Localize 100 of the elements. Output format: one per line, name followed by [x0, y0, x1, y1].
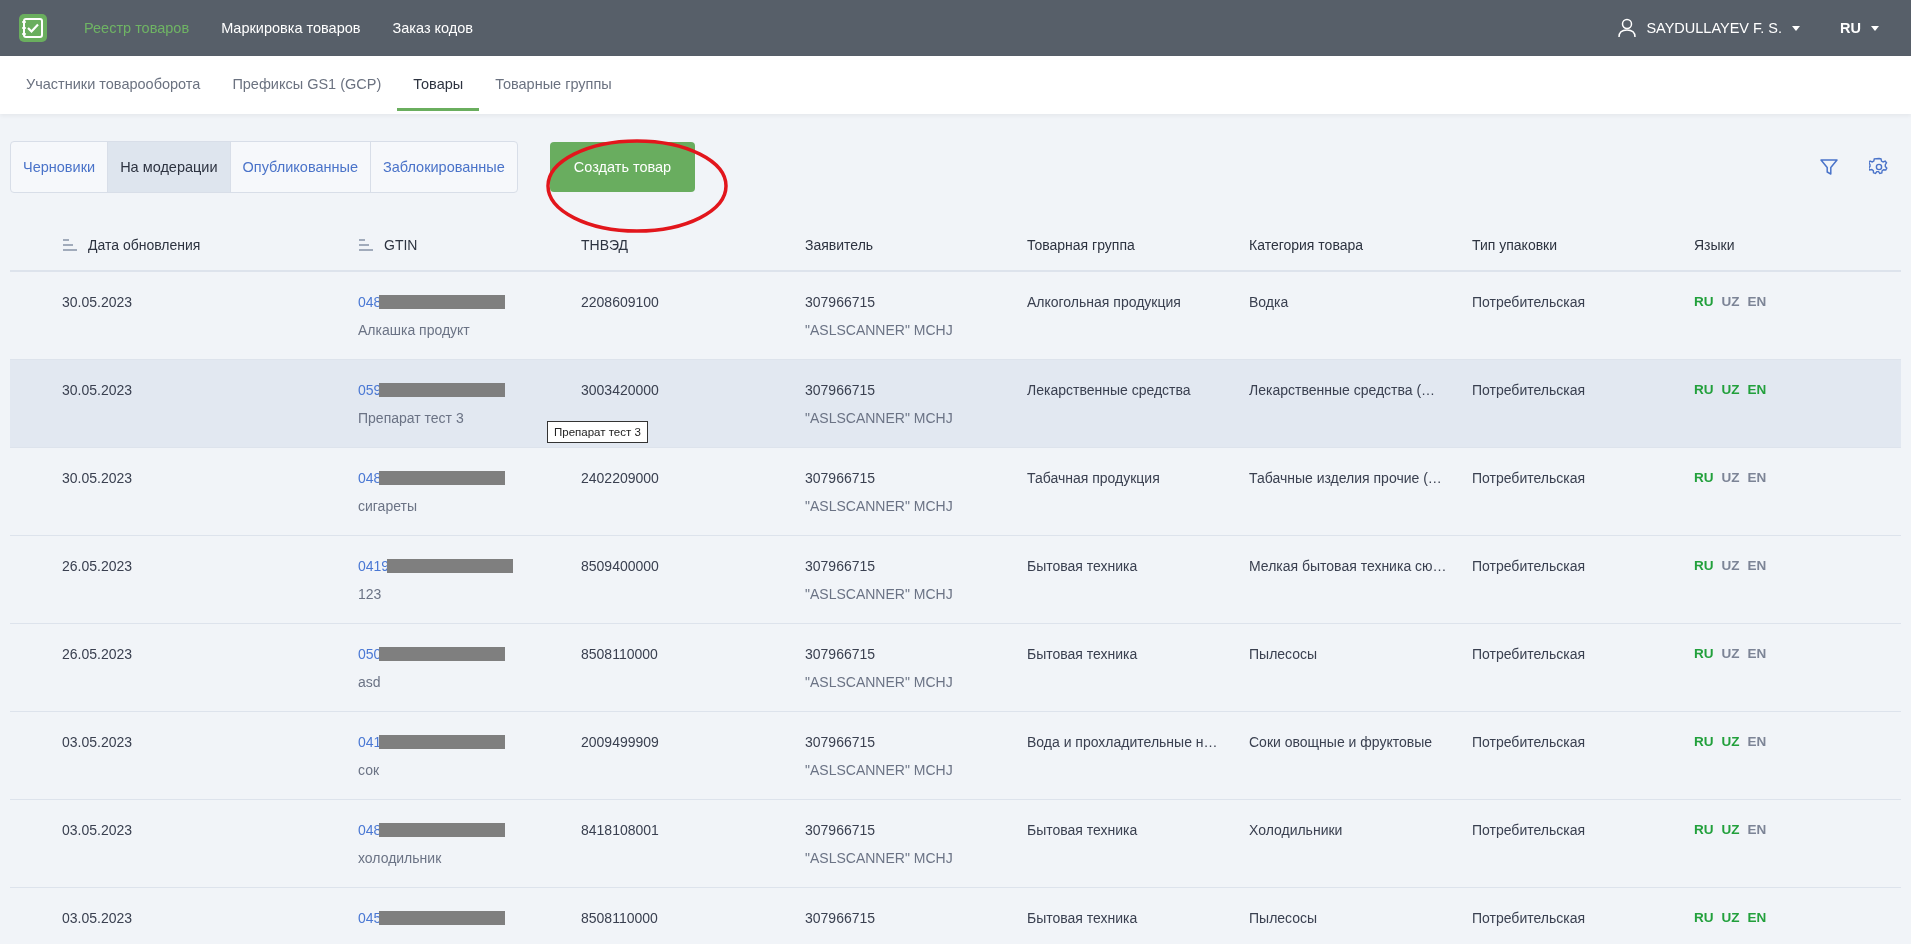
- applicant-name: "ASLSCANNER" MCHJ: [805, 498, 954, 514]
- language-code: RU: [1694, 646, 1714, 661]
- applicant-id: 307966715: [805, 910, 877, 926]
- product-group: Бытовая техника: [1027, 646, 1249, 662]
- date-text: 26.05.2023: [62, 558, 134, 574]
- applicant-name: "ASLSCANNER" MCHJ: [805, 762, 954, 778]
- product-name: 123: [358, 586, 383, 602]
- column-header[interactable]: GTIN: [384, 237, 418, 253]
- product-category: Пылесосы: [1249, 910, 1319, 926]
- language-code: UZ: [1721, 294, 1740, 309]
- date-text: 03.05.2023: [62, 822, 134, 838]
- applicant-id: 307966715: [805, 294, 877, 310]
- column-header: ТНВЭД: [581, 237, 629, 253]
- applicant-id: 307966715: [805, 646, 877, 662]
- date-text: 30.05.2023: [62, 470, 134, 486]
- date-text: 03.05.2023: [62, 910, 134, 926]
- caret-icon[interactable]: [1871, 25, 1879, 31]
- tnved-code: 2009499909: [581, 734, 660, 750]
- tnved-code: 2402209000: [581, 470, 660, 486]
- column-header: Языки: [1694, 237, 1735, 253]
- package-type: Потребительская: [1472, 734, 1587, 750]
- subnav-tab[interactable]: Товарные группы: [479, 56, 628, 114]
- tnved-code: 8508110000: [581, 646, 659, 662]
- product-group: Бытовая техника: [1027, 910, 1249, 926]
- language-code: UZ: [1721, 646, 1740, 661]
- language-code: RU: [1694, 382, 1714, 397]
- column-header: Заявитель: [805, 237, 874, 253]
- language-code: UZ: [1721, 910, 1740, 925]
- language-code: RU: [1694, 558, 1714, 573]
- applicant-id: 307966715: [805, 822, 877, 838]
- date-text: 30.05.2023: [62, 294, 134, 310]
- product-category: Водка: [1249, 294, 1290, 310]
- language-code: EN: [1747, 910, 1767, 925]
- status-tab[interactable]: Черновики: [11, 142, 108, 192]
- tnved-code: 8509400000: [581, 558, 660, 574]
- applicant-name: "ASLSCANNER" MCHJ: [805, 674, 954, 690]
- applicant-id: 307966715: [805, 734, 877, 750]
- product-name: сок: [358, 762, 381, 778]
- sort-icon[interactable]: [62, 239, 78, 251]
- product-group: Алкогольная продукция: [1027, 294, 1249, 310]
- package-type: Потребительская: [1472, 822, 1587, 838]
- column-header: Категория товара: [1249, 237, 1364, 253]
- language-code: EN: [1747, 734, 1767, 749]
- package-type: Потребительская: [1472, 382, 1587, 398]
- table-row[interactable]: 03.05.2023 041 сок 2009499909 307966715 "ASLSCANNER" MCHJ Вода и прохладительные н… Соки овощные и фруктовые Потребительская RU UZ EN: [10, 712, 1901, 800]
- product-category: Мелкая бытовая техника сю…: [1249, 558, 1448, 574]
- column-header[interactable]: Дата обновления: [88, 237, 201, 253]
- settings-icon[interactable]: [1869, 157, 1889, 177]
- product-category: Соки овощные и фруктовые: [1249, 734, 1434, 750]
- language-code: RU: [1694, 910, 1714, 925]
- product-category: Холодильники: [1249, 822, 1344, 838]
- app-logo-icon[interactable]: [18, 13, 48, 43]
- user-icon: [1618, 18, 1637, 38]
- product-group: Бытовая техника: [1027, 558, 1249, 574]
- package-type: Потребительская: [1472, 910, 1587, 926]
- status-tab[interactable]: Заблокированные: [370, 142, 517, 192]
- tnved-code: 2208609100: [581, 294, 660, 310]
- language-code: RU: [1694, 734, 1714, 749]
- tooltip: Препарат тест 3: [547, 421, 648, 443]
- status-tab[interactable]: На модерации: [107, 142, 230, 192]
- date-text: 30.05.2023: [62, 382, 134, 398]
- tnved-code: 8418108001: [581, 822, 660, 838]
- product-name: Препарат тест 3: [358, 410, 465, 426]
- product-group: Лекарственные средства: [1027, 382, 1249, 398]
- language-code: EN: [1747, 822, 1767, 837]
- sort-icon[interactable]: [358, 239, 374, 251]
- language-code: RU: [1694, 822, 1714, 837]
- subnav-tab[interactable]: Участники товарооборота: [10, 56, 217, 114]
- applicant-name: "ASLSCANNER" MCHJ: [805, 850, 954, 866]
- product-name: Алкашка продукт: [358, 322, 471, 338]
- language-code: UZ: [1721, 822, 1740, 837]
- status-tab[interactable]: Опубликованные: [229, 142, 370, 192]
- package-type: Потребительская: [1472, 558, 1587, 574]
- column-header: Тип упаковки: [1472, 237, 1558, 253]
- product-category: Табачные изделия прочие (…: [1249, 470, 1443, 486]
- applicant-name: "ASLSCANNER" MCHJ: [805, 322, 954, 338]
- applicant-id: 307966715: [805, 558, 877, 574]
- product-group: Вода и прохладительные н…: [1027, 734, 1249, 750]
- language-menu[interactable]: RU: [1840, 20, 1861, 36]
- user-menu[interactable]: SAYDULLAYEV F. S.: [1646, 20, 1783, 36]
- language-code: UZ: [1721, 734, 1740, 749]
- subnav-tab[interactable]: Товары: [397, 56, 480, 114]
- language-code: EN: [1747, 470, 1767, 485]
- gtin-link[interactable]: 041: [358, 734, 382, 750]
- subnav-tab[interactable]: Префиксы GS1 (GCP): [216, 56, 398, 114]
- applicant-id: 307966715: [805, 470, 877, 486]
- language-code: EN: [1747, 646, 1767, 661]
- caret-icon[interactable]: [1792, 25, 1801, 31]
- product-group: Бытовая техника: [1027, 822, 1249, 838]
- filter-icon[interactable]: [1819, 157, 1839, 177]
- product-name: asd: [358, 674, 382, 690]
- applicant-name: "ASLSCANNER" MCHJ: [805, 586, 954, 602]
- language-code: RU: [1694, 294, 1714, 309]
- product-category: Лекарственные средства (…: [1249, 382, 1437, 398]
- product-category: Пылесосы: [1249, 646, 1319, 662]
- language-code: UZ: [1721, 558, 1740, 573]
- nav-link[interactable]: Заказ кодов: [376, 20, 490, 36]
- nav-link[interactable]: Маркировка товаров: [205, 20, 377, 36]
- package-type: Потребительская: [1472, 294, 1587, 310]
- applicant-id: 307966715: [805, 382, 877, 398]
